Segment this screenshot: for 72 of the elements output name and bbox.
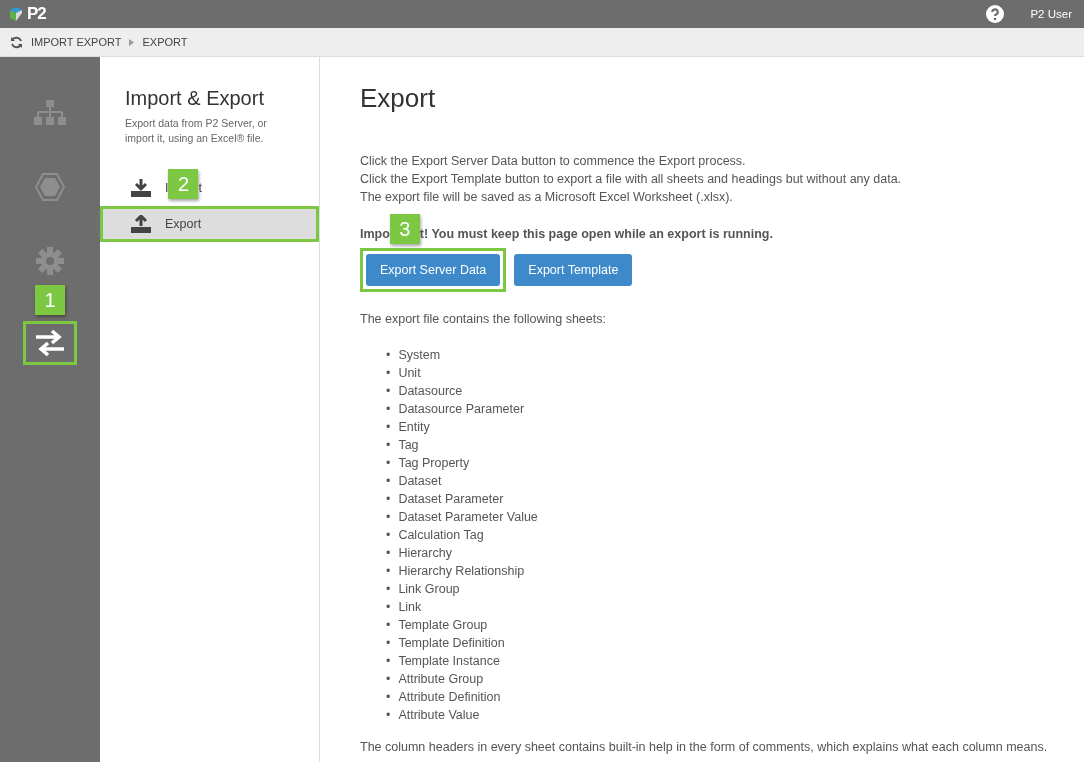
bullet: • — [386, 491, 391, 508]
bullet: • — [386, 347, 391, 364]
bullet: • — [386, 653, 391, 670]
export-button[interactable]: Export Template — [514, 254, 633, 286]
bullet: • — [386, 563, 391, 580]
list-item: Hierarchy — [398, 545, 452, 562]
list-item: Calculation Tag — [398, 527, 484, 544]
menu-label: t — [198, 181, 202, 195]
bullet: • — [386, 455, 391, 472]
bullet: • — [386, 581, 391, 598]
list-item: Unit — [398, 365, 421, 382]
bullet: • — [386, 671, 391, 688]
paragraph: Click the Export Template button to export a file with all sheets and headings but without any data. — [360, 171, 903, 188]
bullet: • — [386, 617, 391, 634]
breadcrumb-item[interactable]: IMPORT EXPORT — [31, 36, 122, 48]
list-item: Dataset — [398, 473, 442, 490]
bullet: • — [386, 635, 391, 652]
warning-text: t! You must keep this page open while an export is running. — [419, 227, 773, 241]
menu-item[interactable]: I 2 t — [100, 170, 319, 206]
list-item: Template Definition — [398, 635, 505, 652]
bullet: • — [386, 437, 391, 454]
export-button[interactable]: Export Server Data — [366, 254, 501, 286]
bullet: • — [386, 419, 391, 436]
list-item: System — [398, 347, 441, 364]
list-item: Datasource Parameter — [398, 401, 525, 418]
bullet: • — [386, 599, 391, 616]
bullet: • — [386, 365, 391, 382]
warning-text: Impo — [360, 227, 390, 241]
transfer-arrows-icon[interactable] — [34, 330, 66, 356]
menu-item[interactable]: Export — [100, 206, 319, 242]
list-item: Attribute Definition — [398, 689, 501, 706]
separator-icon — [129, 38, 135, 46]
bullet: • — [386, 707, 391, 724]
bullet: • — [386, 545, 391, 562]
list-item: Attribute Value — [398, 707, 480, 724]
list-item: Template Instance — [398, 653, 500, 670]
list-item: Entity — [398, 419, 430, 436]
paragraph: The column headers in every sheet contains built-in help in the form of comments, which explains what each column means. — [360, 739, 1049, 756]
help-icon[interactable] — [986, 5, 1005, 23]
list-item: Link Group — [398, 581, 460, 598]
download-tray-icon — [131, 179, 151, 197]
paragraph: The export file will be saved as a Microsoft Excel Worksheet (.xlsx). — [360, 189, 734, 206]
paragraph: The export file contains the following sheets: — [360, 311, 607, 328]
bullet: • — [386, 473, 391, 490]
callout-number: 2 — [168, 169, 199, 199]
user-name[interactable]: P2 User — [1030, 8, 1072, 20]
list-item: Link — [398, 599, 422, 616]
refresh-icon[interactable] — [10, 35, 23, 49]
page-title: Export — [360, 83, 437, 114]
list-item: Dataset Parameter Value — [398, 509, 538, 526]
list-item: Dataset Parameter — [398, 491, 504, 508]
bullet: • — [386, 527, 391, 544]
upload-tray-icon — [131, 215, 151, 233]
panel-description: Export data from P2 Server, or import it, using an Excel® file. — [124, 116, 268, 146]
list-item: Hierarchy Relationship — [398, 563, 525, 580]
list-item: Datasource — [398, 383, 463, 400]
menu-label: Export — [165, 217, 202, 231]
callout-number: 3 — [389, 214, 420, 244]
bullet: • — [386, 509, 391, 526]
logo-text: P2 — [27, 4, 46, 24]
bullet: • — [386, 383, 391, 400]
panel-title: Import & Export — [124, 87, 265, 110]
list-item: Tag Property — [398, 455, 470, 472]
list-item: Attribute Group — [398, 671, 484, 688]
breadcrumb-item[interactable]: EXPORT — [142, 36, 188, 48]
bullet: • — [386, 689, 391, 706]
list-item: Tag — [398, 437, 419, 454]
bullet: • — [386, 401, 391, 418]
menu-label: I — [165, 181, 169, 195]
list-item: Template Group — [398, 617, 488, 634]
paragraph: Click the Export Server Data button to commence the Export process. — [360, 153, 747, 170]
callout-number: 1 — [35, 285, 65, 315]
